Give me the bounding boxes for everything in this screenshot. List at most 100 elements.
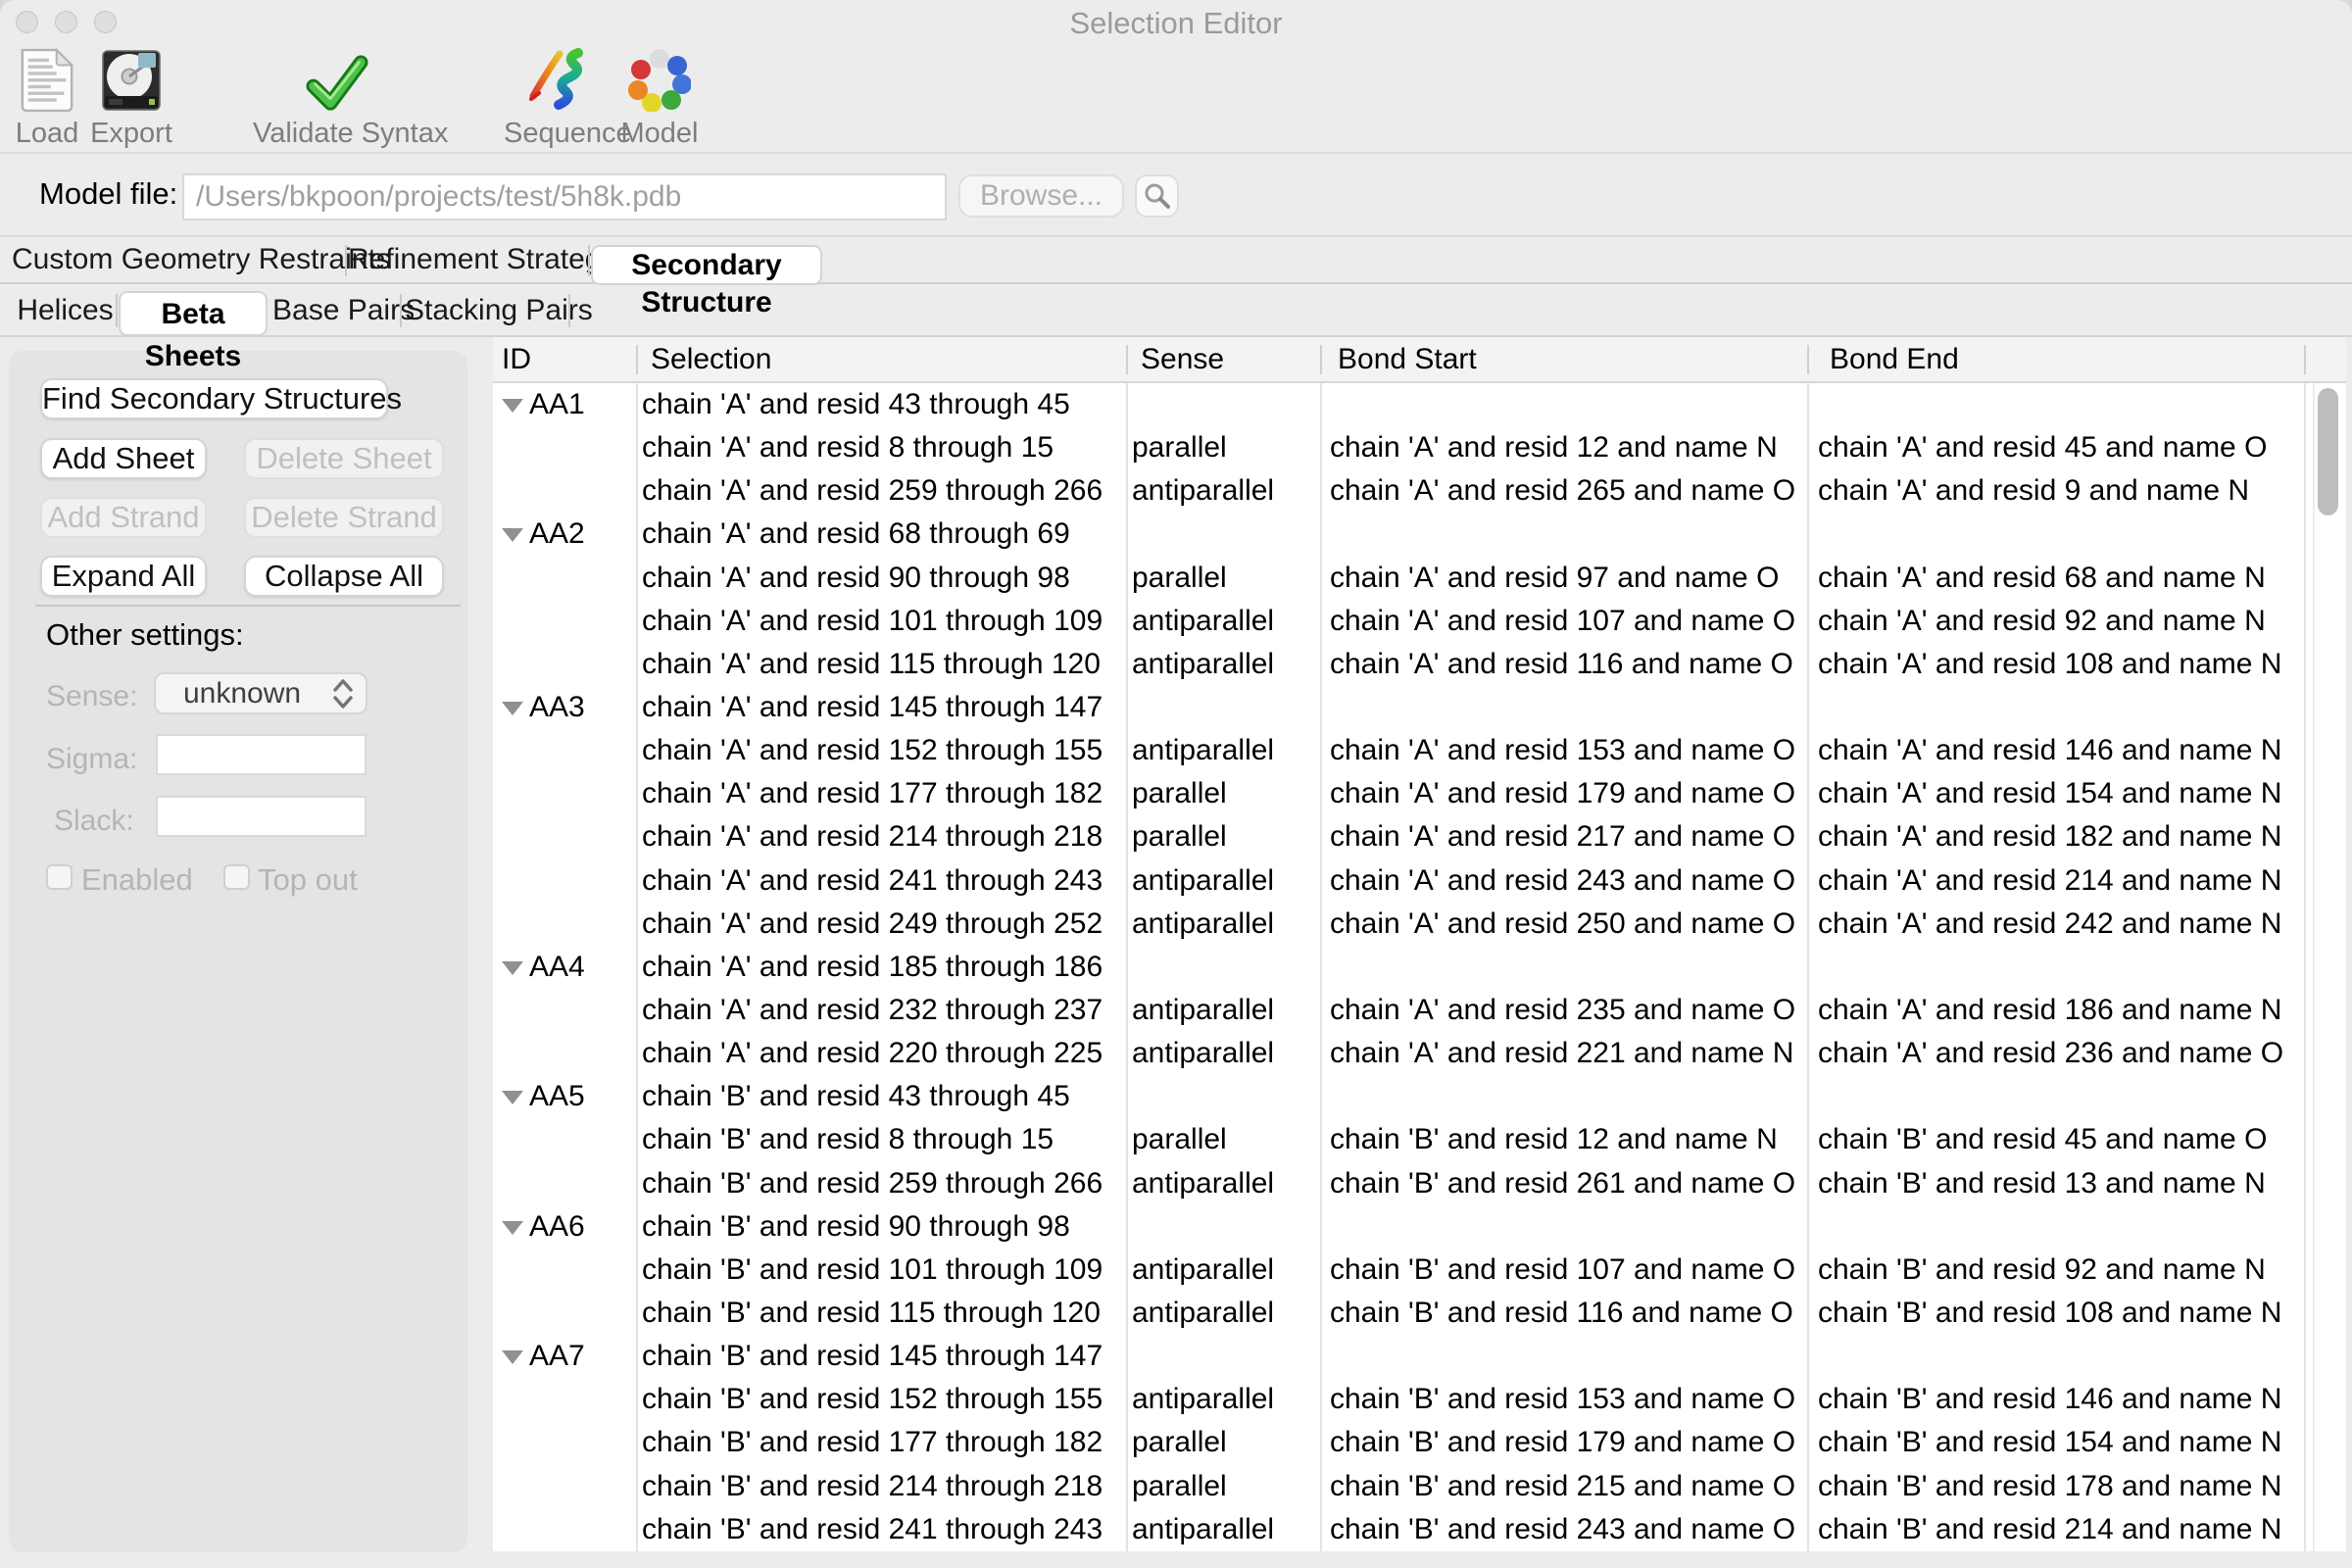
other-settings-heading: Other settings: xyxy=(46,617,244,653)
cell-selection: chain 'A' and resid 249 through 252 xyxy=(642,903,1102,946)
cell-bond-start: chain 'B' and resid 153 and name O xyxy=(1330,1378,1795,1421)
column-resize-handle[interactable] xyxy=(636,345,638,374)
disclosure-triangle-icon[interactable] xyxy=(502,702,523,715)
find-secondary-structures-button[interactable]: Find Secondary Structures xyxy=(40,378,388,419)
subtab-helices[interactable]: Helices xyxy=(15,285,116,336)
table-row[interactable]: chain 'A' and resid 177 through 182 para… xyxy=(493,772,2346,815)
column-header-bond-start[interactable]: Bond Start xyxy=(1338,337,1477,381)
cell-bond-end: chain 'B' and resid 108 and name N xyxy=(1818,1292,2281,1335)
subtab-stacking-pairs[interactable]: Stacking Pairs xyxy=(405,285,563,336)
tab-refinement-strategy[interactable]: Refinement Strategy xyxy=(348,237,586,282)
sidebar-divider xyxy=(35,605,461,607)
table-row[interactable]: chain 'B' and resid 8 through 15 paralle… xyxy=(493,1118,2346,1161)
table-row[interactable]: chain 'A' and resid 214 through 218 para… xyxy=(493,815,2346,858)
table-row[interactable]: chain 'A' and resid 220 through 225 anti… xyxy=(493,1032,2346,1075)
table-body: AA1 chain 'A' and resid 43 through 45 ch… xyxy=(493,383,2346,1551)
table-row[interactable]: chain 'A' and resid 241 through 243 anti… xyxy=(493,859,2346,903)
cell-bond-end: chain 'B' and resid 154 and name N xyxy=(1818,1421,2281,1464)
column-header-id[interactable]: ID xyxy=(502,337,531,381)
table-row[interactable]: AA3 chain 'A' and resid 145 through 147 xyxy=(493,686,2346,729)
vertical-scrollbar-thumb[interactable] xyxy=(2318,388,2338,515)
table-row[interactable]: chain 'B' and resid 177 through 182 para… xyxy=(493,1421,2346,1464)
subtab-beta-sheets[interactable]: Beta Sheets xyxy=(119,291,268,336)
delete-strand-button[interactable]: Delete Strand xyxy=(244,497,444,538)
subtab-separator xyxy=(116,294,118,327)
tab-secondary-structure[interactable]: Secondary Structure xyxy=(591,245,822,285)
table-row[interactable]: AA7 chain 'B' and resid 145 through 147 xyxy=(493,1335,2346,1378)
cell-bond-start: chain 'A' and resid 116 and name O xyxy=(1330,643,1793,686)
cell-selection: chain 'A' and resid 185 through 186 xyxy=(642,946,1102,989)
disclosure-triangle-icon[interactable] xyxy=(502,528,523,542)
column-resize-handle[interactable] xyxy=(1807,345,1809,374)
table-row[interactable]: chain 'A' and resid 249 through 252 anti… xyxy=(493,903,2346,946)
table-row[interactable]: chain 'B' and resid 241 through 243 anti… xyxy=(493,1508,2346,1551)
load-button[interactable]: Load xyxy=(8,43,86,150)
cell-bond-end: chain 'B' and resid 178 and name N xyxy=(1818,1465,2281,1508)
table-row[interactable]: chain 'B' and resid 152 through 155 anti… xyxy=(493,1378,2346,1421)
slack-field[interactable] xyxy=(156,796,367,837)
disclosure-triangle-icon[interactable] xyxy=(502,1091,523,1104)
cell-bond-end: chain 'A' and resid 182 and name N xyxy=(1818,815,2281,858)
cell-id: AA7 xyxy=(529,1335,585,1378)
column-header-bond-end[interactable]: Bond End xyxy=(1830,337,1959,381)
cell-bond-end: chain 'B' and resid 146 and name N xyxy=(1818,1378,2281,1421)
browse-button[interactable]: Browse... xyxy=(958,174,1124,218)
export-button[interactable]: Export xyxy=(90,43,172,150)
slack-label: Slack: xyxy=(54,805,134,838)
table-row[interactable]: chain 'A' and resid 152 through 155 anti… xyxy=(493,729,2346,772)
subtab-base-pairs[interactable]: Base Pairs xyxy=(272,285,390,336)
enabled-checkbox-label: Enabled xyxy=(81,862,193,898)
cell-bond-start: chain 'A' and resid 265 and name O xyxy=(1330,469,1795,513)
sigma-label: Sigma: xyxy=(46,743,137,776)
sigma-field[interactable] xyxy=(156,734,367,775)
column-header-sense[interactable]: Sense xyxy=(1141,337,1224,381)
sequence-button[interactable]: Sequence xyxy=(504,43,613,150)
table-row[interactable]: chain 'A' and resid 8 through 15 paralle… xyxy=(493,426,2346,469)
table-row[interactable]: chain 'A' and resid 115 through 120 anti… xyxy=(493,643,2346,686)
model-button[interactable]: Model xyxy=(616,43,703,150)
table-row[interactable]: AA4 chain 'A' and resid 185 through 186 xyxy=(493,946,2346,989)
cell-bond-start: chain 'A' and resid 179 and name O xyxy=(1330,772,1795,815)
expand-all-button[interactable]: Expand All xyxy=(40,556,207,597)
table-row[interactable]: chain 'A' and resid 101 through 109 anti… xyxy=(493,600,2346,643)
load-label: Load xyxy=(8,118,86,150)
cell-bond-start: chain 'A' and resid 97 and name O xyxy=(1330,557,1779,600)
column-resize-handle[interactable] xyxy=(1320,345,1322,374)
table-row[interactable]: chain 'B' and resid 214 through 218 para… xyxy=(493,1465,2346,1508)
disclosure-triangle-icon[interactable] xyxy=(502,1221,523,1235)
table-row[interactable]: chain 'A' and resid 232 through 237 anti… xyxy=(493,989,2346,1032)
validate-syntax-button[interactable]: Validate Syntax xyxy=(253,43,421,150)
table-row[interactable]: AA2 chain 'A' and resid 68 through 69 xyxy=(493,513,2346,556)
column-resize-handle[interactable] xyxy=(1126,345,1128,374)
cell-id: AA1 xyxy=(529,383,585,426)
table-row[interactable]: chain 'B' and resid 115 through 120 anti… xyxy=(493,1292,2346,1335)
disclosure-triangle-icon[interactable] xyxy=(502,1350,523,1364)
table-row[interactable]: AA1 chain 'A' and resid 43 through 45 xyxy=(493,383,2346,426)
disclosure-triangle-icon[interactable] xyxy=(502,961,523,975)
add-strand-button[interactable]: Add Strand xyxy=(40,497,207,538)
table-row[interactable]: chain 'A' and resid 90 through 98 parall… xyxy=(493,557,2346,600)
disclosure-triangle-icon[interactable] xyxy=(502,399,523,413)
column-header-selection[interactable]: Selection xyxy=(651,337,771,381)
cell-bond-start: chain 'B' and resid 215 and name O xyxy=(1330,1465,1795,1508)
search-button[interactable] xyxy=(1135,174,1179,218)
column-resize-handle[interactable] xyxy=(2304,345,2306,374)
sense-dropdown[interactable]: unknown xyxy=(154,672,368,714)
subtab-separator xyxy=(568,294,570,327)
table-row[interactable]: AA5 chain 'B' and resid 43 through 45 xyxy=(493,1075,2346,1118)
cell-bond-end: chain 'A' and resid 186 and name N xyxy=(1818,989,2281,1032)
collapse-all-button[interactable]: Collapse All xyxy=(244,556,444,597)
enabled-checkbox[interactable] xyxy=(46,864,73,890)
sequence-label: Sequence xyxy=(504,118,613,150)
delete-sheet-button[interactable]: Delete Sheet xyxy=(244,438,444,479)
table-row[interactable]: chain 'A' and resid 259 through 266 anti… xyxy=(493,469,2346,513)
table-row[interactable]: AA6 chain 'B' and resid 90 through 98 xyxy=(493,1205,2346,1249)
column-separator xyxy=(1126,383,1128,1551)
add-sheet-button[interactable]: Add Sheet xyxy=(40,438,207,479)
table-row[interactable]: chain 'B' and resid 259 through 266 anti… xyxy=(493,1162,2346,1205)
table-row[interactable]: chain 'B' and resid 101 through 109 anti… xyxy=(493,1249,2346,1292)
top-out-checkbox[interactable] xyxy=(223,864,250,890)
magnifier-icon xyxy=(1144,182,1171,210)
model-file-input[interactable] xyxy=(182,173,947,220)
tab-custom-geometry-restraints[interactable]: Custom Geometry Restraints xyxy=(12,237,342,282)
